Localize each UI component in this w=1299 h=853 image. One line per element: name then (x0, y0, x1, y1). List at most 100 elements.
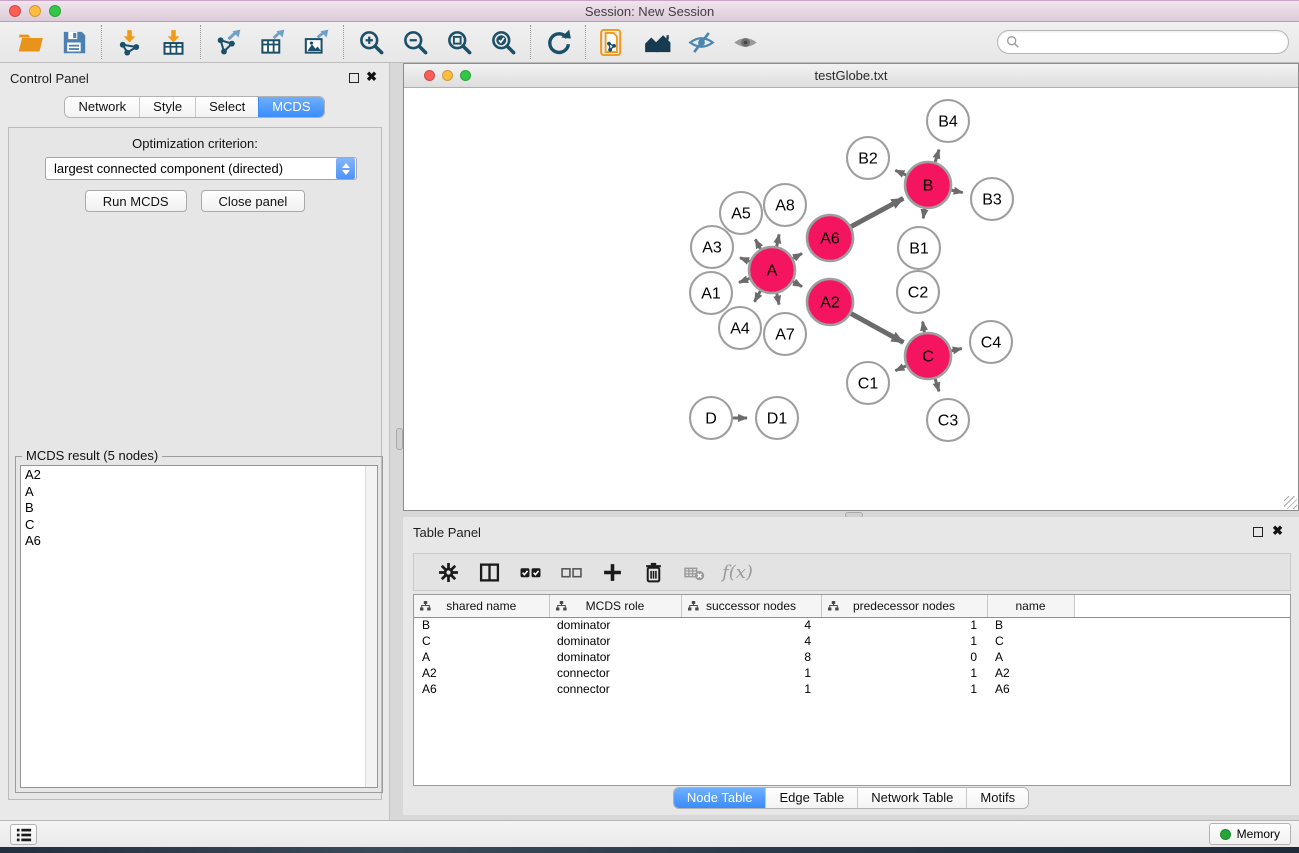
zoom-out-icon[interactable] (393, 24, 437, 60)
network-window-titlebar: testGlobe.txt (404, 64, 1298, 88)
edge-A-A4[interactable] (754, 291, 760, 302)
zoom-fit-icon[interactable] (437, 24, 481, 60)
edge-B-B4[interactable] (935, 150, 939, 162)
control-panel-tabs: NetworkStyleSelectMCDS (0, 96, 389, 118)
tab-edge-table[interactable]: Edge Table (765, 788, 857, 808)
criterion-dropdown[interactable]: largest connected component (directed) (45, 157, 357, 180)
tab-style[interactable]: Style (139, 97, 195, 117)
table-row[interactable]: A6connector11A6 (414, 681, 1290, 697)
float-table-panel-icon[interactable] (1253, 527, 1263, 537)
edge-C-C3[interactable] (935, 379, 939, 391)
table-row[interactable]: Bdominator41B (414, 617, 1290, 633)
column-header-mcds-role[interactable]: MCDS role (549, 595, 681, 617)
edge-A-A3[interactable] (740, 258, 750, 262)
gear-icon[interactable] (430, 557, 467, 587)
close-panel-button[interactable]: Close panel (201, 190, 306, 212)
column-header-filler (1074, 595, 1290, 617)
table-row[interactable]: A2connector11A2 (414, 665, 1290, 681)
graph-node-label: A3 (702, 240, 722, 257)
mcds-result-title: MCDS result (5 nodes) (22, 448, 162, 463)
column-header-name[interactable]: name (987, 595, 1074, 617)
zoom-in-icon[interactable] (349, 24, 393, 60)
result-list-item[interactable]: A2 (25, 467, 363, 484)
search-box (997, 30, 1289, 54)
tab-select[interactable]: Select (195, 97, 258, 117)
graph-node-label: A8 (775, 198, 795, 215)
resize-grip[interactable] (1284, 496, 1297, 509)
home-networks-icon[interactable] (635, 24, 679, 60)
column-header-shared-name[interactable]: shared name (414, 595, 549, 617)
result-list-item[interactable]: B (25, 500, 363, 517)
close-table-panel-icon[interactable]: ✖ (1272, 524, 1283, 538)
columns-icon[interactable] (471, 557, 508, 587)
edge-A6-B[interactable] (851, 198, 903, 226)
graph-node-label: C2 (908, 285, 929, 302)
result-list-item[interactable]: A6 (25, 533, 363, 550)
desktop-background-strip (0, 847, 1299, 853)
splitter-grip-vertical[interactable] (396, 428, 403, 450)
table-cell: A2 (414, 665, 549, 681)
hide-details-eye-icon[interactable] (679, 24, 723, 60)
column-header-predecessor-nodes[interactable]: predecessor nodes (821, 595, 987, 617)
apply-layout-icon[interactable] (536, 24, 580, 60)
edge-A-A7[interactable] (777, 294, 779, 305)
edge-A-A5[interactable] (755, 239, 760, 249)
zoom-selected-icon[interactable] (481, 24, 525, 60)
tab-network[interactable]: Network (65, 97, 139, 117)
tab-motifs[interactable]: Motifs (966, 788, 1028, 808)
show-details-eye-icon[interactable] (723, 24, 767, 60)
import-table-icon[interactable] (151, 24, 195, 60)
column-header-successor-nodes[interactable]: successor nodes (681, 595, 821, 617)
import-network-icon[interactable] (107, 24, 151, 60)
application-window: Session: New Session (0, 0, 1299, 853)
result-scrollbar[interactable] (365, 466, 377, 787)
add-row-icon[interactable] (594, 557, 631, 587)
edge-B-B3[interactable] (951, 190, 962, 192)
float-panel-icon[interactable] (349, 73, 359, 83)
table-row[interactable]: Adominator80A (414, 649, 1290, 665)
memory-button[interactable]: Memory (1209, 823, 1291, 845)
network-canvas[interactable]: B4B2BB3A8A5A6A3B1AC2A1A2A4A7C4CC1C3DD1 (404, 88, 1298, 510)
tab-mcds[interactable]: MCDS (258, 97, 323, 117)
edge-C-C1[interactable] (895, 366, 906, 371)
task-history-button[interactable] (10, 824, 37, 845)
table-cell: 1 (821, 633, 987, 649)
dropdown-stepper-icon (336, 158, 355, 179)
export-network-icon[interactable] (206, 24, 250, 60)
memory-status-icon (1220, 829, 1231, 840)
open-file-icon[interactable] (8, 24, 52, 60)
close-panel-icon[interactable]: ✖ (366, 70, 377, 84)
table-cell: C (987, 633, 1074, 649)
network-document-icon[interactable] (591, 24, 635, 60)
delete-table-icon[interactable] (676, 557, 713, 587)
export-table-icon[interactable] (250, 24, 294, 60)
edge-A-A6[interactable] (793, 253, 802, 258)
function-builder-icon[interactable]: f(x) (717, 557, 754, 587)
export-image-icon[interactable] (294, 24, 338, 60)
tab-network-table[interactable]: Network Table (857, 788, 966, 808)
edge-A-A2[interactable] (793, 282, 802, 287)
memory-label: Memory (1237, 827, 1280, 841)
edge-B-B2[interactable] (895, 170, 906, 175)
edge-A2-C[interactable] (851, 314, 903, 343)
search-input[interactable] (1020, 32, 1288, 52)
edge-C-C4[interactable] (951, 349, 961, 351)
tab-node-table[interactable]: Node Table (674, 788, 766, 808)
edge-C-C2[interactable] (923, 322, 925, 333)
result-list-item[interactable]: A (25, 484, 363, 501)
delete-rows-icon[interactable] (635, 557, 672, 587)
edge-A-A8[interactable] (777, 234, 779, 246)
status-bar: Memory (0, 820, 1299, 847)
table-panel-tabs: Node TableEdge TableNetwork TableMotifs (403, 787, 1299, 809)
main-toolbar (0, 22, 1299, 63)
edge-B-B1[interactable] (923, 209, 924, 219)
edge-A-A1[interactable] (739, 278, 749, 282)
column-type-icon (828, 601, 839, 611)
run-mcds-button[interactable]: Run MCDS (85, 190, 187, 212)
graph-node-label: A (767, 263, 778, 280)
save-session-icon[interactable] (52, 24, 96, 60)
table-row[interactable]: Cdominator41C (414, 633, 1290, 649)
result-list-item[interactable]: C (25, 517, 363, 534)
deselect-all-checkboxes-icon[interactable] (553, 557, 590, 587)
select-all-checkboxes-icon[interactable] (512, 557, 549, 587)
